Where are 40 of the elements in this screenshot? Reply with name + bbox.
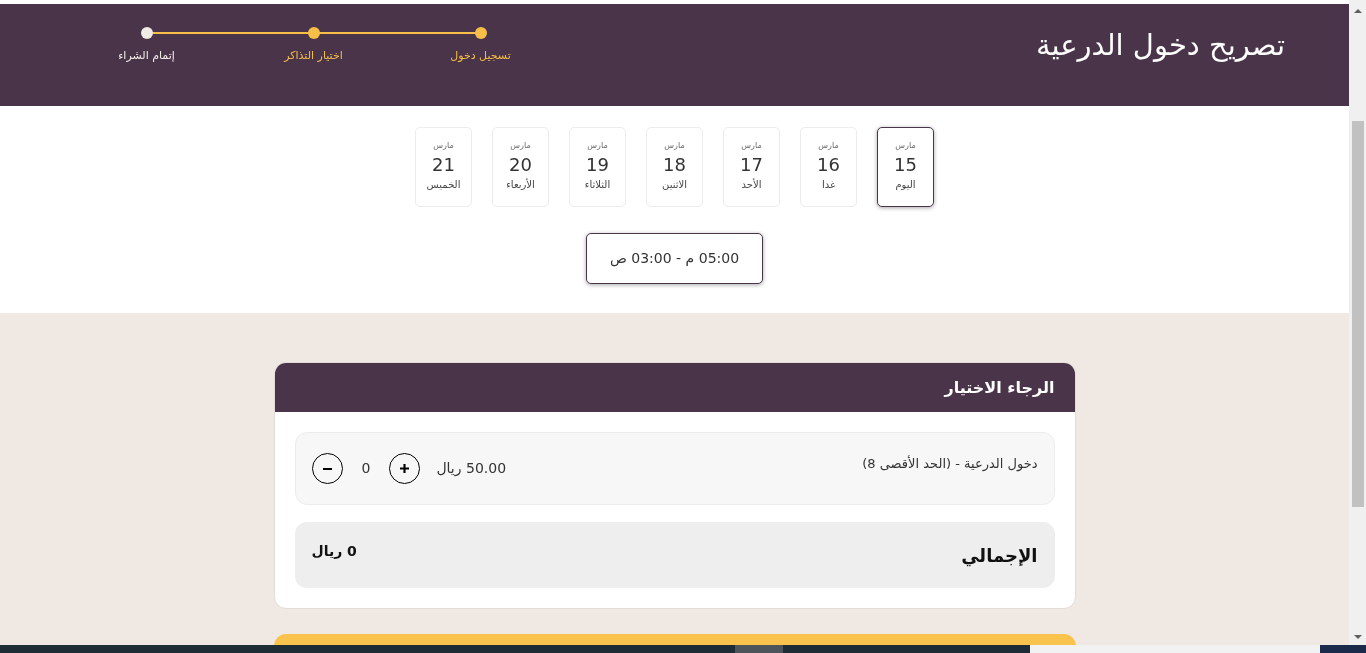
taskbar-corner [1320, 645, 1366, 653]
ticket-name: دخول الدرعية - (الحد الأقصى 8) [862, 454, 1038, 474]
taskbar-tile[interactable] [735, 645, 783, 653]
date-day: 15 [894, 154, 917, 176]
time-slot-button[interactable]: 05:00 م - 03:00 ص [586, 233, 763, 284]
step-label: إتمام الشراء [118, 48, 175, 64]
date-month: مارس [510, 141, 531, 151]
total-value: 0 ريال [311, 541, 357, 561]
date-weekday: الاثنين [662, 178, 687, 192]
date-weekday: غدا [821, 178, 836, 192]
date-weekday: الأحد [741, 178, 762, 192]
step-label: تسجيل دخول [450, 48, 511, 64]
scrollbar[interactable] [1349, 0, 1366, 645]
card-title: الرجاء الاختيار [944, 376, 1055, 399]
total-label: الإجمالي [961, 543, 1038, 569]
date-weekday: الأربعاء [506, 178, 535, 192]
date-weekday: الثلاثاء [584, 178, 611, 192]
scroll-down-icon[interactable] [1353, 635, 1362, 639]
scroll-up-icon[interactable] [1353, 9, 1362, 13]
date-month: مارس [741, 141, 762, 151]
date-month: مارس [895, 141, 916, 151]
date-day: 16 [817, 154, 840, 176]
scrollbar-thumb[interactable] [1351, 121, 1364, 507]
date-month: مارس [433, 141, 454, 151]
step-label: اختيار التذاكر [284, 48, 343, 64]
date-day: 17 [740, 154, 763, 176]
date-weekday: اليوم [895, 178, 916, 192]
page-title: تصريح دخول الدرعية [1035, 27, 1285, 64]
date-day: 20 [509, 154, 532, 176]
date-day: 18 [663, 154, 686, 176]
ticket-price: 50.00 ريال [436, 459, 507, 479]
date-day: 19 [586, 154, 609, 176]
date-weekday: الخميس [426, 178, 461, 192]
plus-icon [400, 464, 410, 473]
minus-icon [322, 467, 332, 470]
ticket-quantity: 0 [361, 459, 371, 478]
date-month: مارس [587, 141, 608, 151]
date-month: مارس [818, 141, 839, 151]
date-day: 21 [432, 154, 455, 176]
date-month: مارس [664, 141, 685, 151]
